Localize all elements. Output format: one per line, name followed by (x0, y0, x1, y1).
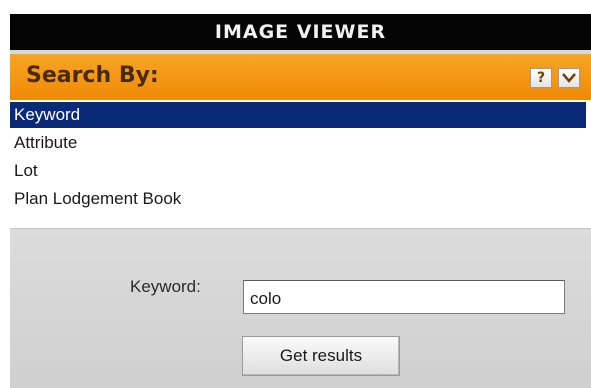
search-by-header: Search By: ? (10, 54, 591, 100)
list-item-plan-lodgement-book[interactable]: Plan Lodgement Book (10, 186, 586, 212)
search-form: Keyword: Get results (10, 230, 591, 388)
list-item-keyword[interactable]: Keyword (10, 102, 586, 128)
search-type-list[interactable]: Keyword Attribute Lot Plan Lodgement Boo… (10, 100, 591, 229)
image-viewer-panel: IMAGE VIEWER Search By: ? Keyword Attrib… (10, 14, 591, 388)
get-results-button[interactable]: Get results (242, 336, 400, 376)
chevron-down-icon (562, 73, 576, 83)
collapse-button[interactable] (558, 68, 580, 88)
page-frame: IMAGE VIEWER Search By: ? Keyword Attrib… (0, 0, 591, 388)
panel-title: IMAGE VIEWER (10, 14, 591, 50)
keyword-label: Keyword: (130, 277, 201, 296)
help-button[interactable]: ? (530, 68, 552, 88)
keyword-input[interactable] (243, 280, 565, 314)
search-by-label: Search By: (26, 63, 159, 88)
list-item-attribute[interactable]: Attribute (10, 130, 586, 156)
list-item-lot[interactable]: Lot (10, 158, 586, 184)
